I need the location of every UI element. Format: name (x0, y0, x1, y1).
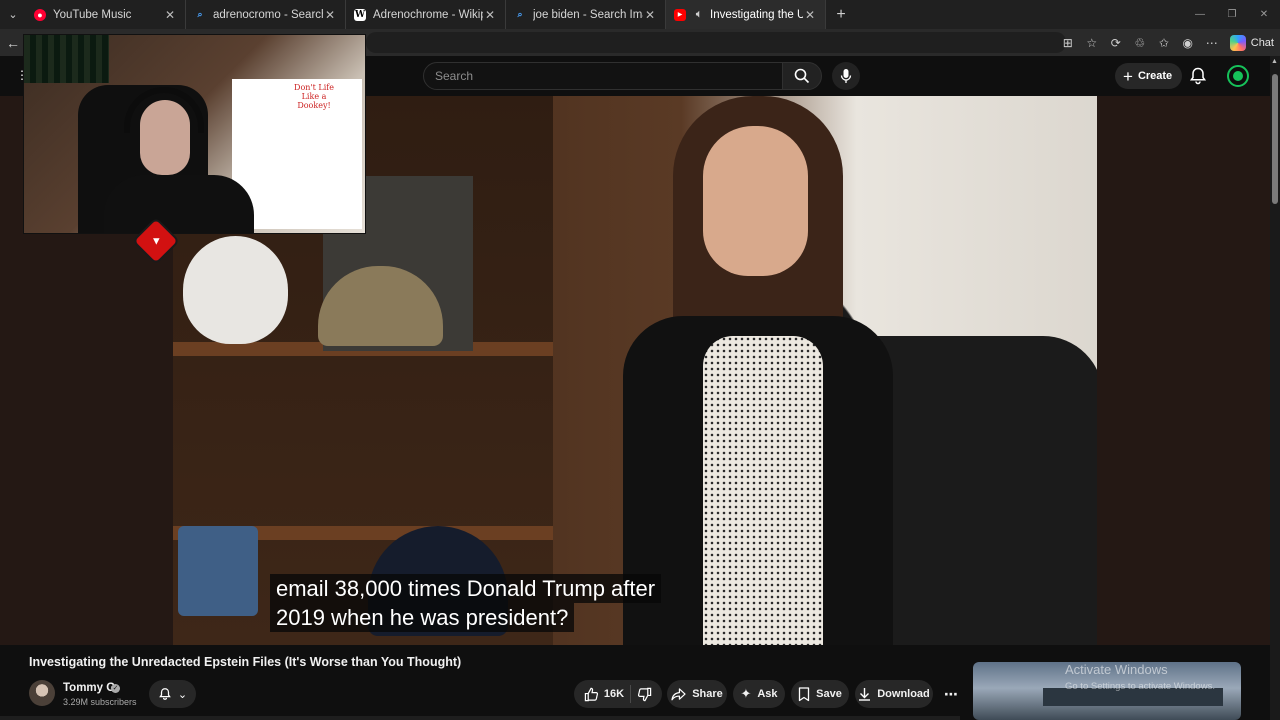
new-tab-plus-icon[interactable]: + (826, 6, 856, 24)
browser-tools: ⊞ ☆ ⟳ ♲ ✩ ◉ ⋯ Chat (1058, 29, 1274, 56)
search-input[interactable]: Search (423, 62, 783, 90)
microphone-icon (840, 69, 852, 83)
account-avatar[interactable] (1227, 65, 1249, 87)
streamer-body (104, 175, 254, 233)
webcam-overlay: Don't Life Like a Dookey! (23, 34, 366, 234)
mug (178, 526, 258, 616)
search-icon (794, 68, 810, 84)
search-icon: ⌕ (517, 9, 523, 19)
close-tab-icon[interactable]: ✕ (803, 8, 817, 22)
save-button[interactable]: Save (791, 680, 849, 708)
bell-icon (1189, 67, 1207, 85)
channel-name[interactable]: Tommy G (63, 682, 115, 694)
save-label: Save (816, 688, 842, 700)
thumbs-up-icon (584, 687, 598, 701)
football (183, 236, 288, 344)
tab-list-chevron-icon[interactable]: ⌄ (0, 0, 26, 29)
youtube-icon: ▶ (674, 8, 686, 21)
browser-essentials-icon[interactable]: ♲ (1130, 33, 1150, 53)
share-button[interactable]: Share (667, 680, 727, 708)
subscriber-count: 3.29M subscribers (63, 697, 137, 707)
scroll-up-arrow-icon[interactable]: ▲ (1271, 58, 1278, 65)
activate-windows-subtitle: Go to Settings to activate Windows. (1065, 681, 1215, 692)
poster-text: Don't Life Like a Dookey! (294, 83, 334, 110)
thumbs-down-icon (638, 687, 652, 701)
play-triangle-icon: ▼ (150, 234, 162, 247)
subscribed-notifications-button[interactable]: ⌄ (149, 680, 196, 708)
close-tab-icon[interactable]: ✕ (483, 8, 497, 22)
close-tab-icon[interactable]: ✕ (643, 8, 657, 22)
page-scrollbar[interactable]: ▲ (1270, 56, 1280, 720)
voice-search-button[interactable] (832, 62, 860, 90)
browser-tab-bar: ⌄ ● YouTube Music ✕ ⌕ adrenocromo - Sear… (0, 0, 1280, 29)
notifications-button[interactable] (1188, 66, 1208, 86)
caption-line-1: email 38,000 times Donald Trump after (270, 574, 662, 603)
video-title: Investigating the Unredacted Epstein Fil… (29, 655, 462, 669)
speaker-icon[interactable]: 🔈︎ (693, 9, 705, 21)
tab-youtube-video[interactable]: ▶ 🔈︎ Investigating the Unredacte ✕ (666, 0, 826, 29)
close-tab-icon[interactable]: ✕ (323, 8, 337, 22)
youtube-music-icon: ● (34, 8, 46, 21)
scrollbar-thumb[interactable] (1272, 74, 1278, 204)
search-icon: ⌕ (197, 9, 203, 19)
tab-label: YouTube Music (53, 8, 132, 21)
create-button[interactable]: + Create (1115, 63, 1183, 89)
wikipedia-icon: W (354, 8, 366, 21)
search-button[interactable] (782, 62, 822, 90)
minimize-icon[interactable]: — (1184, 0, 1216, 29)
download-icon (859, 688, 871, 701)
like-dislike-group: 16K (574, 680, 662, 708)
caption-line-2: 2019 when he was president? (270, 603, 575, 632)
ask-label: Ask (757, 688, 778, 700)
copilot-icon (1229, 34, 1246, 51)
copilot-chat-button[interactable]: Chat (1229, 34, 1274, 51)
chat-label: Chat (1250, 36, 1274, 49)
maximize-icon[interactable]: ❐ (1216, 0, 1248, 29)
extensions-icon[interactable]: ⟳ (1106, 33, 1126, 53)
channel-avatar[interactable] (29, 680, 55, 706)
profile-avatar-icon[interactable]: ◉ (1178, 33, 1198, 53)
tab-biden-images[interactable]: ⌕ joe biden - Search Images ✕ (506, 0, 666, 29)
blouse (703, 336, 823, 645)
more-actions-icon[interactable]: ⋯ (939, 680, 963, 708)
tab-label: adrenocromo - Search (213, 8, 323, 21)
video-captions: email 38,000 times Donald Trump after 20… (270, 574, 662, 632)
search-placeholder: Search (435, 69, 474, 83)
interviewee (613, 96, 913, 645)
tab-youtube-music[interactable]: ● YouTube Music ✕ (26, 0, 186, 29)
tab-label: Adrenochrome - Wikipedia (373, 8, 483, 21)
pixel-art-decor (24, 35, 109, 83)
apps-icon[interactable]: ⊞ (1058, 33, 1078, 53)
window-controls: — ❐ ✕ (1184, 0, 1280, 29)
tab-adrenocromo-search[interactable]: ⌕ adrenocromo - Search ✕ (186, 0, 346, 29)
tab-wikipedia[interactable]: W Adrenochrome - Wikipedia ✕ (346, 0, 506, 29)
like-count: 16K (603, 688, 625, 700)
share-label: Share (692, 688, 723, 700)
verified-check-icon: ✓ (111, 684, 120, 693)
window-close-icon[interactable]: ✕ (1248, 0, 1280, 29)
tab-label: joe biden - Search Images (533, 8, 643, 21)
description-box-edge (0, 716, 960, 720)
plus-icon: + (1123, 66, 1133, 86)
favorites-icon[interactable]: ✩ (1154, 33, 1174, 53)
address-field[interactable] (366, 32, 1066, 53)
face (703, 126, 808, 276)
like-button[interactable]: 16K (584, 687, 624, 702)
tab-label: Investigating the Unredacte (710, 8, 803, 21)
download-label: Download (877, 688, 930, 700)
chevron-down-icon: ⌄ (177, 688, 188, 701)
close-tab-icon[interactable]: ✕ (163, 8, 177, 22)
sparkle-icon: ✦ (740, 686, 752, 701)
bookmark-icon (798, 686, 810, 701)
favorite-star-icon[interactable]: ☆ (1082, 33, 1102, 53)
divider (630, 685, 632, 703)
bell-icon (159, 688, 171, 700)
share-arrow-icon (671, 687, 686, 700)
ask-button[interactable]: ✦ Ask (733, 680, 785, 708)
more-menu-icon[interactable]: ⋯ (1202, 33, 1222, 53)
dislike-button[interactable] (637, 687, 652, 702)
download-button[interactable]: Download (855, 680, 933, 708)
create-label: Create (1137, 70, 1173, 82)
activate-windows-watermark: Activate Windows (1065, 662, 1168, 677)
